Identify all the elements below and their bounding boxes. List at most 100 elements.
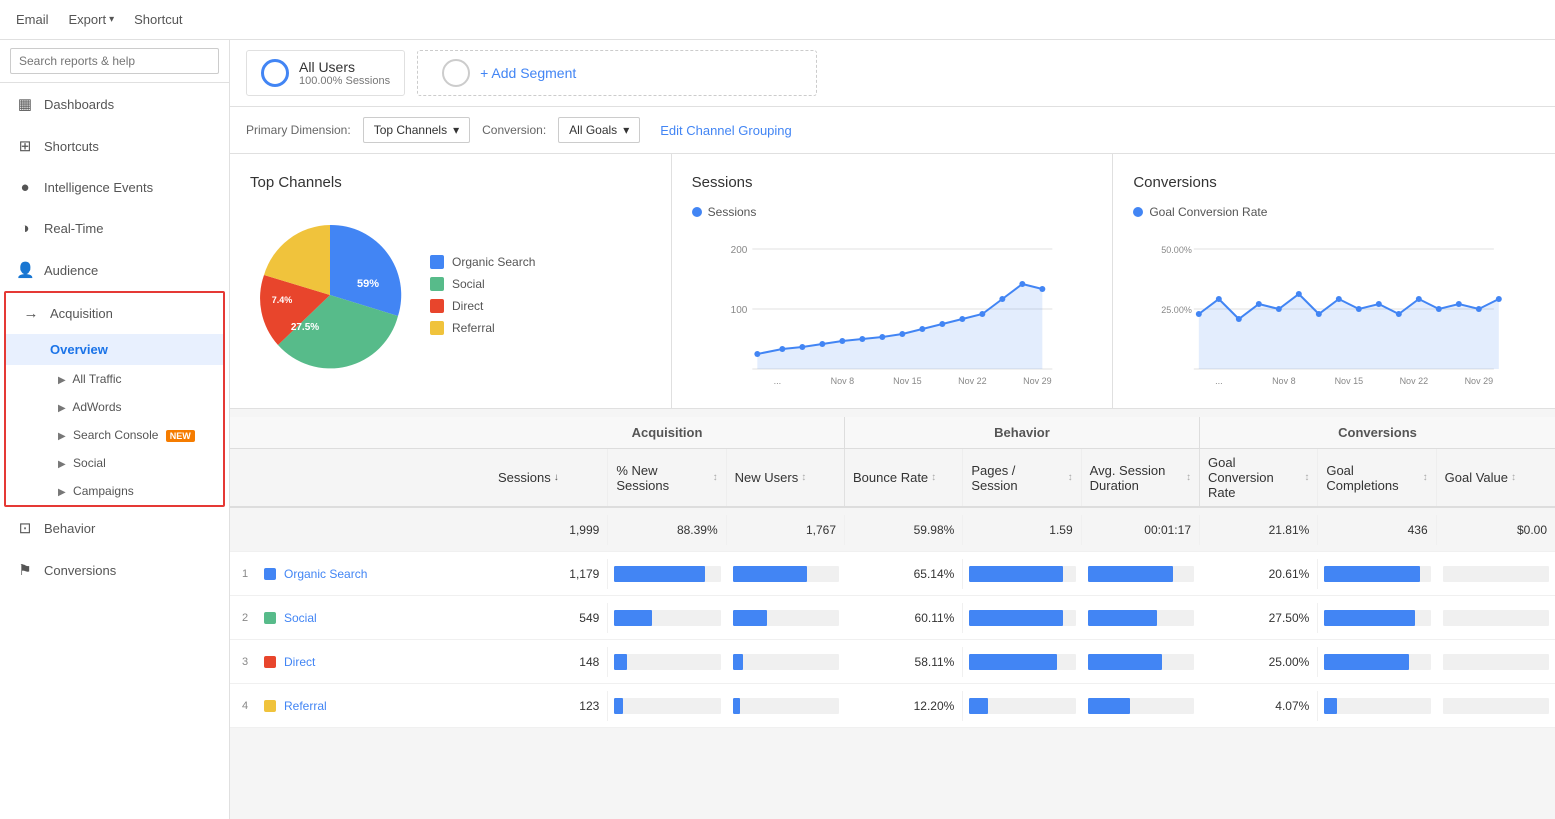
social-sessions: 549 <box>490 603 608 633</box>
conversions-group-header: Conversions <box>1200 417 1555 448</box>
sort-icon: ↕ <box>1068 472 1073 483</box>
add-segment-button[interactable]: + Add Segment <box>417 50 817 96</box>
svg-text:Nov 29: Nov 29 <box>1023 376 1052 386</box>
sidebar-item-search-console[interactable]: ▶ Search Console NEW <box>6 421 223 449</box>
social-avg-session-bar <box>1082 602 1200 634</box>
referral-avg-session-bar <box>1082 690 1200 722</box>
direct-link[interactable]: Direct <box>284 655 315 669</box>
conversion-label: Conversion: <box>482 123 546 137</box>
table-row: 3 Direct 148 58.11% 25.00% <box>230 640 1555 684</box>
direct-pages-bar <box>963 646 1081 678</box>
referral-goal-value-bar <box>1437 690 1555 722</box>
audience-icon: 👤 <box>16 261 34 279</box>
conversions-legend-color <box>1133 207 1143 217</box>
organic-dot <box>264 568 276 580</box>
sidebar-item-shortcuts[interactable]: ⊞ Shortcuts <box>0 125 229 167</box>
total-avg-session: 00:01:17 <box>1082 515 1200 545</box>
sidebar-item-conversions[interactable]: ⚑ Conversions <box>0 549 229 591</box>
svg-text:...: ... <box>1215 376 1223 386</box>
email-button[interactable]: Email <box>16 8 49 31</box>
sessions-legend-color <box>692 207 702 217</box>
sessions-col-header[interactable]: Sessions ↓ <box>490 449 608 506</box>
referral-goal-conv-rate: 4.07% <box>1200 691 1318 721</box>
sidebar-item-campaigns[interactable]: ▶ Campaigns <box>6 477 223 505</box>
top-channels-title: Top Channels <box>250 174 651 191</box>
sidebar-item-all-traffic[interactable]: ▶ All Traffic <box>6 365 223 393</box>
goal-value-col-header[interactable]: Goal Value ↕ <box>1437 449 1555 506</box>
conversions-title: Conversions <box>1133 174 1535 191</box>
social-bounce-rate: 60.11% <box>845 603 963 633</box>
sidebar-item-dashboards[interactable]: ▦ Dashboards <box>0 83 229 125</box>
direct-goal-conv-rate: 25.00% <box>1200 647 1318 677</box>
organic-bounce-rate: 65.14% <box>845 559 963 589</box>
sessions-legend: Sessions <box>692 205 1093 219</box>
direct-new-sessions-bar <box>608 646 726 678</box>
svg-text:Nov 15: Nov 15 <box>893 376 922 386</box>
shortcut-button[interactable]: Shortcut <box>134 8 182 31</box>
bounce-rate-col-header[interactable]: Bounce Rate ↕ <box>845 449 963 506</box>
collapse-icon: ▶ <box>58 375 66 386</box>
table-totals-row: 1,999 88.39% 1,767 59.98% 1.59 00:01:17 … <box>230 508 1555 552</box>
acquisition-section: → Acquisition Overview ▶ All Traffic ▶ A… <box>4 291 225 507</box>
total-goal-conv-rate: 21.81% <box>1200 515 1318 545</box>
behavior-group-header: Behavior <box>845 417 1200 448</box>
avg-session-col-header[interactable]: Avg. Session Duration ↕ <box>1082 449 1200 506</box>
direct-new-users-bar <box>727 646 845 678</box>
direct-color <box>430 299 444 313</box>
sidebar-item-behavior[interactable]: ⊡ Behavior <box>0 507 229 549</box>
organic-sessions: 1,179 <box>490 559 608 589</box>
export-button[interactable]: Export ▾ <box>69 8 115 31</box>
sidebar-item-social[interactable]: ▶ Social <box>6 449 223 477</box>
all-goals-select[interactable]: All Goals ▾ <box>558 117 640 143</box>
direct-bounce-rate: 58.11% <box>845 647 963 677</box>
new-sessions-col-header[interactable]: % New Sessions ↕ <box>608 449 726 506</box>
referral-new-sessions-bar <box>608 690 726 722</box>
top-channels-select[interactable]: Top Channels ▾ <box>363 117 470 143</box>
pages-session-col-header[interactable]: Pages / Session ↕ <box>963 449 1081 506</box>
referral-link[interactable]: Referral <box>284 699 327 713</box>
svg-text:Nov 29: Nov 29 <box>1465 376 1494 386</box>
pie-legend: Organic Search Social Direct Referr <box>430 255 535 335</box>
sidebar-item-intelligence[interactable]: ● Intelligence Events <box>0 167 229 208</box>
main-content: All Users 100.00% Sessions + Add Segment… <box>230 40 1555 819</box>
organic-goal-comp-bar <box>1318 558 1436 590</box>
organic-goal-conv-rate: 20.61% <box>1200 559 1318 589</box>
referral-color <box>430 321 444 335</box>
sidebar-item-audience[interactable]: 👤 Audience <box>0 249 229 291</box>
total-bounce-rate: 59.98% <box>845 515 963 545</box>
add-segment-circle-icon <box>442 59 470 87</box>
goal-completions-col-header[interactable]: Goal Completions ↕ <box>1318 449 1436 506</box>
acquisition-group-header: Acquisition <box>490 417 845 448</box>
sidebar-item-acquisition[interactable]: → Acquisition <box>6 293 223 334</box>
top-toolbar: Email Export ▾ Shortcut <box>0 0 1555 40</box>
behavior-icon: ⊡ <box>16 519 34 537</box>
acquisition-icon: → <box>22 305 40 322</box>
goal-conv-rate-col-header[interactable]: Goal Conversion Rate ↕ <box>1200 449 1318 506</box>
conversions-icon: ⚑ <box>16 561 34 579</box>
edit-channel-link[interactable]: Edit Channel Grouping <box>660 123 792 138</box>
main-layout: ▦ Dashboards ⊞ Shortcuts ● Intelligence … <box>0 40 1555 819</box>
sessions-panel: Sessions Sessions 200 100 ... Nov 8 <box>672 154 1114 408</box>
svg-text:27.5%: 27.5% <box>291 322 319 333</box>
sidebar-item-adwords[interactable]: ▶ AdWords <box>6 393 223 421</box>
shortcuts-icon: ⊞ <box>16 137 34 155</box>
social-new-users-bar <box>727 602 845 634</box>
sort-icon: ↕ <box>931 472 936 483</box>
goals-chevron-icon: ▾ <box>623 123 629 137</box>
segment-bar: All Users 100.00% Sessions + Add Segment <box>230 40 1555 107</box>
total-new-sessions: 88.39% <box>608 515 726 545</box>
social-goal-conv-rate: 27.50% <box>1200 603 1318 633</box>
dimension-row: Primary Dimension: Top Channels ▾ Conver… <box>230 107 1555 154</box>
search-input[interactable] <box>10 48 219 74</box>
sidebar-item-overview[interactable]: Overview <box>6 334 223 365</box>
all-users-segment[interactable]: All Users 100.00% Sessions <box>246 50 405 96</box>
legend-direct: Direct <box>430 299 535 313</box>
new-users-col-header[interactable]: New Users ↕ <box>727 449 845 506</box>
svg-text:25.00%: 25.00% <box>1162 305 1193 315</box>
organic-search-link[interactable]: Organic Search <box>284 567 367 581</box>
social-dot <box>264 612 276 624</box>
sidebar-item-realtime[interactable]: ◑ Real-Time <box>0 208 229 249</box>
sidebar-search-container <box>0 40 229 83</box>
social-link[interactable]: Social <box>284 611 317 625</box>
sort-icon: ↕ <box>1304 472 1309 483</box>
